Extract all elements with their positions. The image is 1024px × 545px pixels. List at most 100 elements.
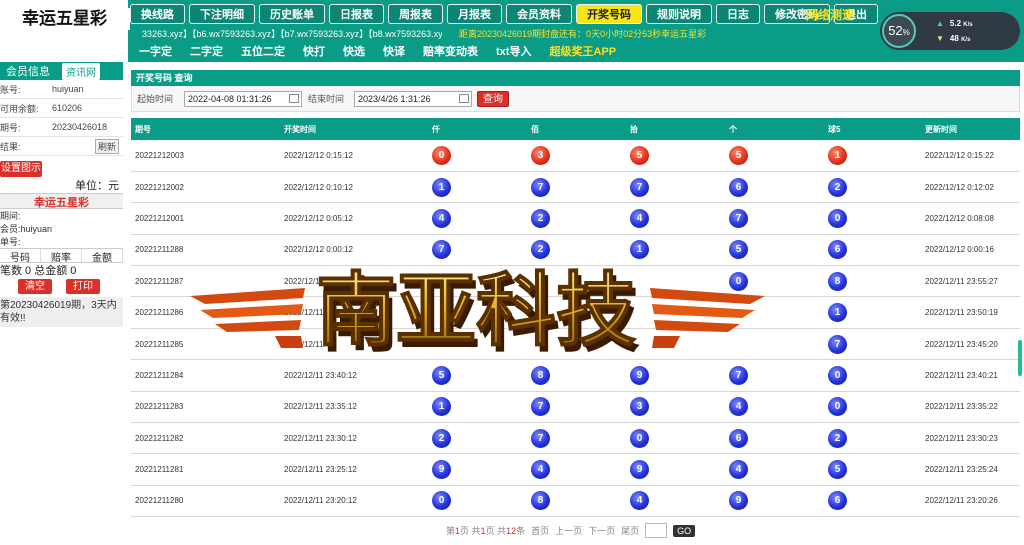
ball-number: 3 [630, 397, 649, 417]
member-info-key: 期号: [0, 122, 21, 133]
scroll-indicator[interactable] [1018, 340, 1022, 376]
member-label: 会员:huiyuan [0, 224, 53, 234]
period-cell: 20221212003 [131, 140, 280, 172]
update-time-cell: 2022/12/11 23:45:20 [921, 328, 1020, 361]
ball-cell: 7 [428, 234, 527, 267]
prev-page-link[interactable]: 上一页 [555, 524, 582, 537]
draw-time-cell: 2022/12/11 23:40:12 [280, 359, 428, 392]
nav-button-9[interactable]: 日志 [716, 4, 760, 24]
ball-number: 5 [828, 460, 847, 480]
ball-cell [725, 296, 824, 329]
ball-number: 6 [828, 491, 847, 511]
ball-cell: 4 [626, 202, 725, 235]
nav-button-8[interactable]: 规则说明 [646, 4, 712, 24]
draw-time-cell: 2022/12/11 [280, 296, 428, 329]
page-number-input[interactable] [645, 523, 668, 538]
bet-type-tab-3[interactable]: 快打 [294, 43, 334, 59]
table-row: 20221211285 2022/12/11 7 2022/12/11 23:45:2… [131, 328, 1020, 361]
ball-cell: 9 [725, 485, 824, 518]
ball-cell: 7 [527, 422, 626, 455]
tab-info-site[interactable]: 资讯网 [62, 62, 100, 80]
bet-type-tab-6[interactable]: 赔率变动表 [414, 43, 487, 59]
ball-number: 0 [828, 208, 847, 228]
clear-button[interactable]: 清空 [18, 279, 52, 294]
draw-time-cell: 2022/12/12 0:10:12 [280, 171, 428, 204]
ball-cell: 0 [626, 422, 725, 455]
column-header: 期号 [131, 118, 280, 140]
ball-number: 9 [630, 365, 649, 385]
ball-number: 5 [729, 240, 748, 260]
update-time-cell: 2022/12/12 0:15:22 [921, 140, 1020, 172]
bet-type-tab-8[interactable]: 超级奖王APP [540, 43, 625, 59]
nav-button-4[interactable]: 周报表 [388, 4, 443, 24]
ball-number: 1 [432, 397, 451, 417]
period-cell: 20221211285 [131, 328, 280, 361]
bet-type-tab-1[interactable]: 二字定 [181, 43, 232, 59]
ball-cell: 7 [527, 171, 626, 204]
ball-cell: 6 [824, 234, 921, 267]
column-header: 个 [725, 118, 824, 140]
panel-title: 开奖号码 查询 [131, 70, 1020, 86]
calendar-icon[interactable] [459, 93, 469, 103]
ball-cell: 9 [428, 453, 527, 486]
table-header-row: 期号 开奖时间仟佰拾个球5 更新时间 [131, 118, 1020, 140]
nav-button-2[interactable]: 历史账单 [259, 4, 325, 24]
ball-cell: 2 [428, 422, 527, 455]
ball-cell: 4 [428, 202, 527, 235]
ball-number: 5 [630, 145, 649, 165]
period-cell: 20221211287 [131, 265, 280, 298]
end-time-label: 结束时间 [308, 94, 345, 104]
ball-number: 0 [432, 491, 451, 511]
update-time-cell: 2022/12/11 23:25:24 [921, 453, 1020, 486]
calendar-icon[interactable] [289, 93, 299, 103]
last-page-link[interactable]: 尾页 [621, 524, 639, 537]
bet-type-tab-7[interactable]: txt导入 [487, 43, 540, 59]
period-cell: 20221211288 [131, 234, 280, 267]
bet-type-tab-2[interactable]: 五位二定 [232, 43, 294, 59]
query-button[interactable]: 查询 [477, 90, 509, 107]
update-time-cell: 2022/12/11 23:50:19 [921, 296, 1020, 329]
bet-type-tab-4[interactable]: 快选 [334, 43, 374, 59]
table-row: 20221211281 2022/12/11 23:25:12 9 4 9 4 5 2022/… [131, 453, 1020, 486]
ball-cell: 7 [626, 171, 725, 204]
member-info-value: 20230426018 [52, 122, 108, 132]
ball-number: 7 [531, 428, 550, 448]
ball-number: 6 [729, 428, 748, 448]
bet-col-number: 号码 [0, 249, 41, 264]
draw-time-cell: 2022/12/11 23:30:12 [280, 422, 428, 455]
results-panel: 开奖号码 查询 起始时间 2022-04-08 01:31:26 结束时间 20… [131, 70, 1020, 112]
nav-button-6[interactable]: 会员资料 [506, 4, 572, 24]
ball-number: 2 [432, 428, 451, 448]
member-info-key: 账号: [0, 84, 21, 95]
table-row: 20221212002 2022/12/12 0:10:12 1 7 7 6 2 2022/1… [131, 171, 1020, 204]
update-time-cell: 2022/12/11 23:35:22 [921, 391, 1020, 424]
bet-type-tab-0[interactable]: 一字定 [130, 43, 181, 59]
end-time-input[interactable]: 2023/4/26 1:31:26 [354, 90, 472, 107]
ball-cell [428, 265, 527, 298]
nav-button-5[interactable]: 月报表 [447, 4, 502, 24]
nav-button-0[interactable]: 换线路 [130, 4, 185, 24]
ball-cell: 1 [824, 140, 921, 172]
bet-type-tab-5[interactable]: 快译 [374, 43, 414, 59]
tab-member-info[interactable]: 会员信息 [0, 63, 60, 79]
ball-number: 8 [531, 365, 550, 385]
ball-cell: 7 [725, 202, 824, 235]
ball-number: 7 [729, 208, 748, 228]
nav-button-7[interactable]: 开奖号码 [576, 4, 642, 24]
ball-cell: 2 [824, 171, 921, 204]
network-test-link[interactable]: 网络测速 [806, 6, 854, 23]
nav-button-3[interactable]: 日报表 [329, 4, 384, 24]
member-info-key: 可用余额: [0, 103, 39, 114]
bet-total: 笔数 0 总金额 0 [0, 265, 77, 277]
ball-cell: 0 [428, 485, 527, 518]
start-time-input[interactable]: 2022-04-08 01:31:26 [184, 90, 302, 107]
next-page-link[interactable]: 下一页 [588, 524, 615, 537]
refresh-button[interactable]: 刷新 [94, 138, 119, 154]
ball-number: 9 [630, 460, 649, 480]
set-icon-button[interactable]: 设置图示 [0, 161, 42, 177]
go-button[interactable]: GO [673, 524, 696, 537]
first-page-link[interactable]: 首页 [531, 524, 549, 537]
print-button[interactable]: 打印 [66, 279, 100, 294]
ball-number: 4 [630, 491, 649, 511]
nav-button-1[interactable]: 下注明细 [189, 4, 255, 24]
